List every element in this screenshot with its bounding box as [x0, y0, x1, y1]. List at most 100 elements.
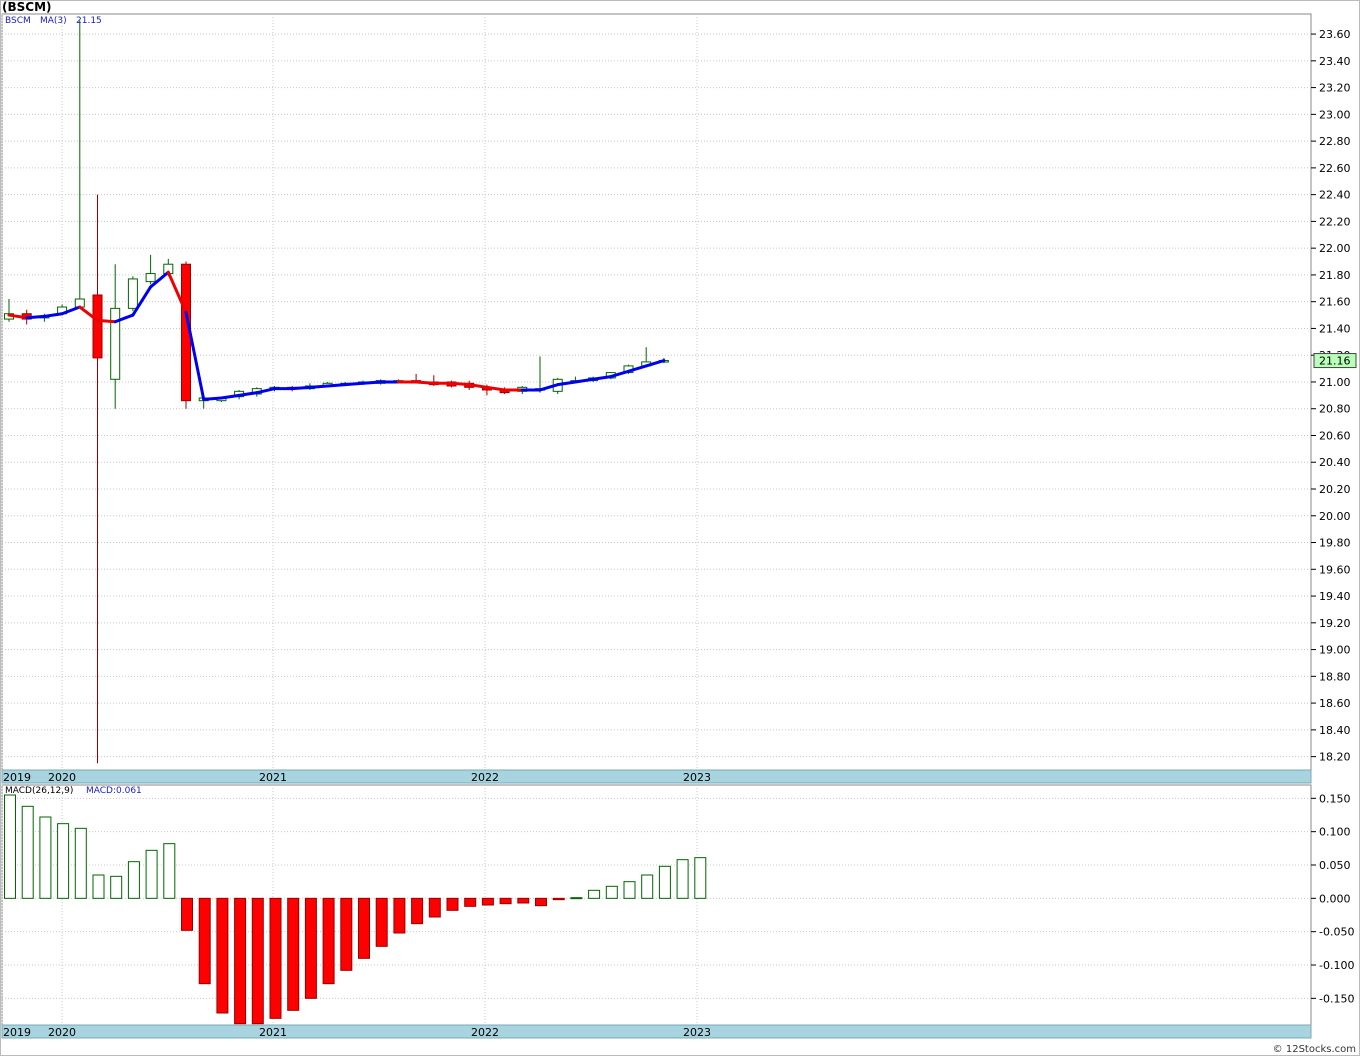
price-tick-label-22: 22.60 [1319, 162, 1351, 175]
price-axis-band [1, 769, 1312, 784]
ma3-segment [361, 380, 383, 385]
macd-panel [1, 784, 1312, 1026]
macd-bar [464, 897, 477, 907]
macd-bar [234, 897, 247, 1025]
macd-bar [375, 897, 388, 947]
macd-bar [411, 897, 424, 925]
price-tick-label-4: 19.00 [1319, 644, 1351, 657]
ma3-segment [450, 381, 471, 387]
price-x-label-3: 2022 [471, 771, 499, 784]
macd-bar [570, 897, 583, 900]
macd-bar [658, 865, 671, 899]
legend-symbol: BSCM [5, 16, 31, 26]
macd-bar [641, 874, 654, 899]
price-x-label-4: 2023 [683, 771, 711, 784]
price-tick-label-8: 19.80 [1319, 537, 1351, 550]
price-tick-label-7: 19.60 [1319, 563, 1351, 576]
ma3-segment [343, 381, 365, 387]
macd-bar [251, 897, 264, 1025]
price-tick-label-16: 21.40 [1319, 322, 1351, 335]
page-title: (BSCM) [2, 0, 52, 14]
credit-text: © 12Stocks.com [1272, 1044, 1356, 1055]
macd-bar [74, 827, 87, 899]
ma3-segment [25, 314, 46, 320]
ma3-segment [308, 384, 330, 389]
price-tick-label-0: 18.20 [1319, 751, 1351, 764]
legend-macd-value: MACD:0.061 [86, 786, 142, 796]
macd-bar [517, 897, 530, 904]
chart-svg: 18.20 18.40 18.60 18.80 19.00 19.20 19.40 19.60… [0, 0, 1360, 1056]
macd-bar [676, 859, 689, 899]
macd-bar [428, 897, 441, 918]
macd-bar [198, 897, 211, 985]
macd-bar [269, 897, 282, 1019]
macd-bar [287, 897, 300, 1011]
price-panel [1, 13, 1312, 771]
macd-bar [623, 881, 636, 899]
price-tick-label-13: 20.80 [1319, 403, 1351, 416]
macd-bar [358, 897, 370, 959]
price-tick-label-21: 22.40 [1319, 189, 1351, 202]
price-tick-label-2: 18.60 [1319, 697, 1351, 710]
price-tick-label-3: 18.80 [1319, 670, 1351, 683]
legend-macd-label: MACD(26,12,9) [5, 786, 74, 796]
macd-bar [393, 897, 406, 934]
macd-bar [446, 897, 459, 911]
macd-bar [481, 897, 494, 906]
price-tick-label-12: 20.60 [1319, 429, 1351, 442]
price-tick-label-10: 20.20 [1319, 483, 1351, 496]
legend-ma-label: MA(3) [40, 16, 67, 26]
price-tick-label-14: 21.00 [1319, 376, 1351, 389]
macd-bar [163, 843, 176, 899]
macd-bar [110, 875, 123, 899]
macd-bar [605, 885, 618, 899]
macd-tick-label-5: -0.100 [1319, 959, 1354, 972]
macd-bar [39, 816, 52, 899]
price-tick-label-23: 22.80 [1319, 135, 1351, 148]
price-tick-label-20: 22.20 [1319, 215, 1351, 228]
macd-x-label-1: 2020 [48, 1026, 76, 1039]
candle-body [92, 294, 103, 359]
ma3-segment [96, 318, 117, 324]
macd-bar [181, 897, 193, 931]
macd-bar [322, 897, 335, 985]
macd-bar [21, 805, 34, 899]
macd-bar [340, 897, 353, 971]
macd-bar [92, 874, 105, 899]
macd-tick-label-0: 0.150 [1319, 792, 1351, 805]
price-tick-label-18: 21.80 [1319, 269, 1351, 282]
macd-tick-label-1: 0.100 [1319, 826, 1351, 839]
macd-axis-band [1, 1024, 1312, 1039]
macd-tick-label-3: 0.000 [1319, 892, 1351, 905]
macd-bar [127, 861, 140, 899]
ma3-segment [414, 380, 436, 385]
macd-tick-label-4: -0.050 [1319, 926, 1354, 939]
candle-body [145, 273, 156, 283]
macd-bar [304, 897, 317, 999]
price-tick-label-6: 19.40 [1319, 590, 1351, 603]
macd-x-label-3: 2022 [471, 1026, 499, 1039]
price-x-label-2: 2021 [259, 771, 287, 784]
last-price-label: 21.16 [1319, 355, 1351, 368]
macd-x-label-2: 2021 [259, 1026, 287, 1039]
legend-ma-value: 21.15 [76, 16, 102, 26]
macd-bar [535, 897, 547, 907]
chart-stage: 18.20 18.40 18.60 18.80 19.00 19.20 19.40 19.60… [0, 0, 1360, 1056]
macd-bar [499, 897, 512, 905]
price-x-label-0: 2019 [3, 771, 31, 784]
price-tick-label-27: 23.60 [1319, 28, 1351, 41]
macd-bar [145, 849, 158, 899]
macd-bar [57, 823, 70, 899]
price-tick-label-25: 23.20 [1319, 82, 1351, 95]
ma3-segment [290, 385, 312, 391]
macd-bar [588, 889, 601, 899]
price-tick-label-5: 19.20 [1319, 617, 1351, 630]
macd-tick-label-6: -0.150 [1319, 992, 1354, 1005]
macd-bar [552, 897, 565, 901]
ma3-segment [326, 383, 347, 388]
price-tick-label-26: 23.40 [1319, 55, 1351, 68]
price-tick-label-17: 21.60 [1319, 296, 1351, 309]
price-tick-label-24: 23.00 [1319, 108, 1351, 121]
macd-bar [216, 897, 229, 1014]
candle-body [127, 278, 138, 309]
